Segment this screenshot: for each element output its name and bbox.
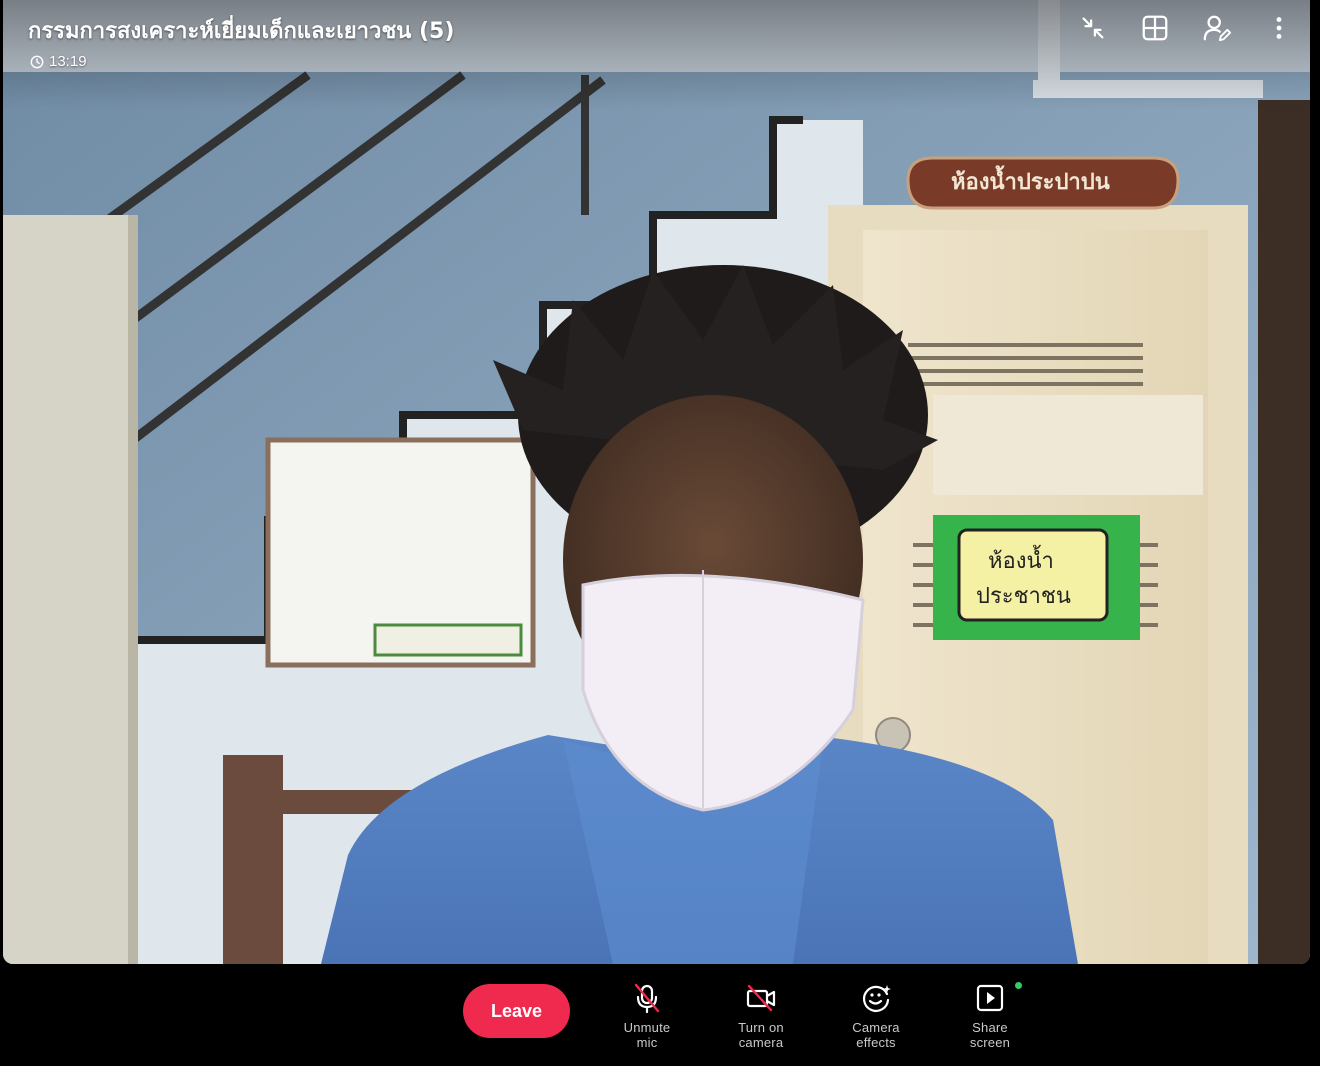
restroom-sign-line2: ประชาชน: [976, 584, 1071, 609]
effects-label-line2: effects: [856, 1035, 896, 1050]
participants-settings-icon: [1203, 15, 1232, 42]
video-scene: [3, 0, 1310, 964]
mic-off-icon: [634, 983, 660, 1014]
effects-label-line1: Camera: [852, 1020, 900, 1035]
camera-effects-button[interactable]: Camera effects: [831, 982, 921, 1062]
call-duration-text: 13:19: [49, 53, 87, 70]
unmute-label-line1: Unmute: [623, 1020, 671, 1035]
camera-off-icon: [746, 984, 776, 1012]
restroom-sign-line1: ห้องน้ำ: [988, 549, 1054, 574]
collapse-button[interactable]: [1062, 10, 1124, 46]
grid-view-button[interactable]: [1124, 10, 1186, 46]
turn-on-camera-button[interactable]: Turn on camera: [716, 982, 806, 1062]
collapse-icon: [1082, 17, 1104, 39]
share-screen-icon: [976, 984, 1004, 1012]
camera-effects-icon: [862, 985, 891, 1012]
grid-view-icon: [1142, 15, 1168, 41]
share-label-line1: Share: [972, 1020, 1008, 1035]
call-controls: Leave Unmute mic Turn on camera Camera effe…: [0, 966, 1320, 1066]
share-screen-button[interactable]: Share screen: [945, 982, 1035, 1062]
call-header: กรรมการสงเคราะห์เยี่ยมเด็กและเยาวชน (5) …: [0, 0, 1320, 110]
meeting-title: กรรมการสงเคราะห์เยี่ยมเด็กและเยาวชน (5): [28, 19, 455, 44]
unmute-mic-button[interactable]: Unmute mic: [602, 982, 692, 1062]
more-options-icon: [1276, 17, 1282, 39]
clock-icon: [30, 55, 44, 68]
unmute-label-line2: mic: [636, 1035, 658, 1050]
camera-label-line1: Turn on: [738, 1020, 784, 1035]
share-label-line2: screen: [969, 1035, 1011, 1050]
participant-video: ห้องน้ำประปาปน ห้องน้ำ ประชาชน: [3, 0, 1310, 964]
door-sign-text: ห้องน้ำประปาปน: [951, 170, 1110, 195]
header-actions: [1062, 10, 1310, 46]
participants-settings-button[interactable]: [1186, 10, 1248, 46]
leave-button[interactable]: Leave: [463, 984, 570, 1038]
share-status-dot: [1015, 982, 1022, 989]
camera-label-line2: camera: [738, 1035, 784, 1050]
more-options-button[interactable]: [1248, 10, 1310, 46]
call-duration: 13:19: [30, 53, 87, 70]
